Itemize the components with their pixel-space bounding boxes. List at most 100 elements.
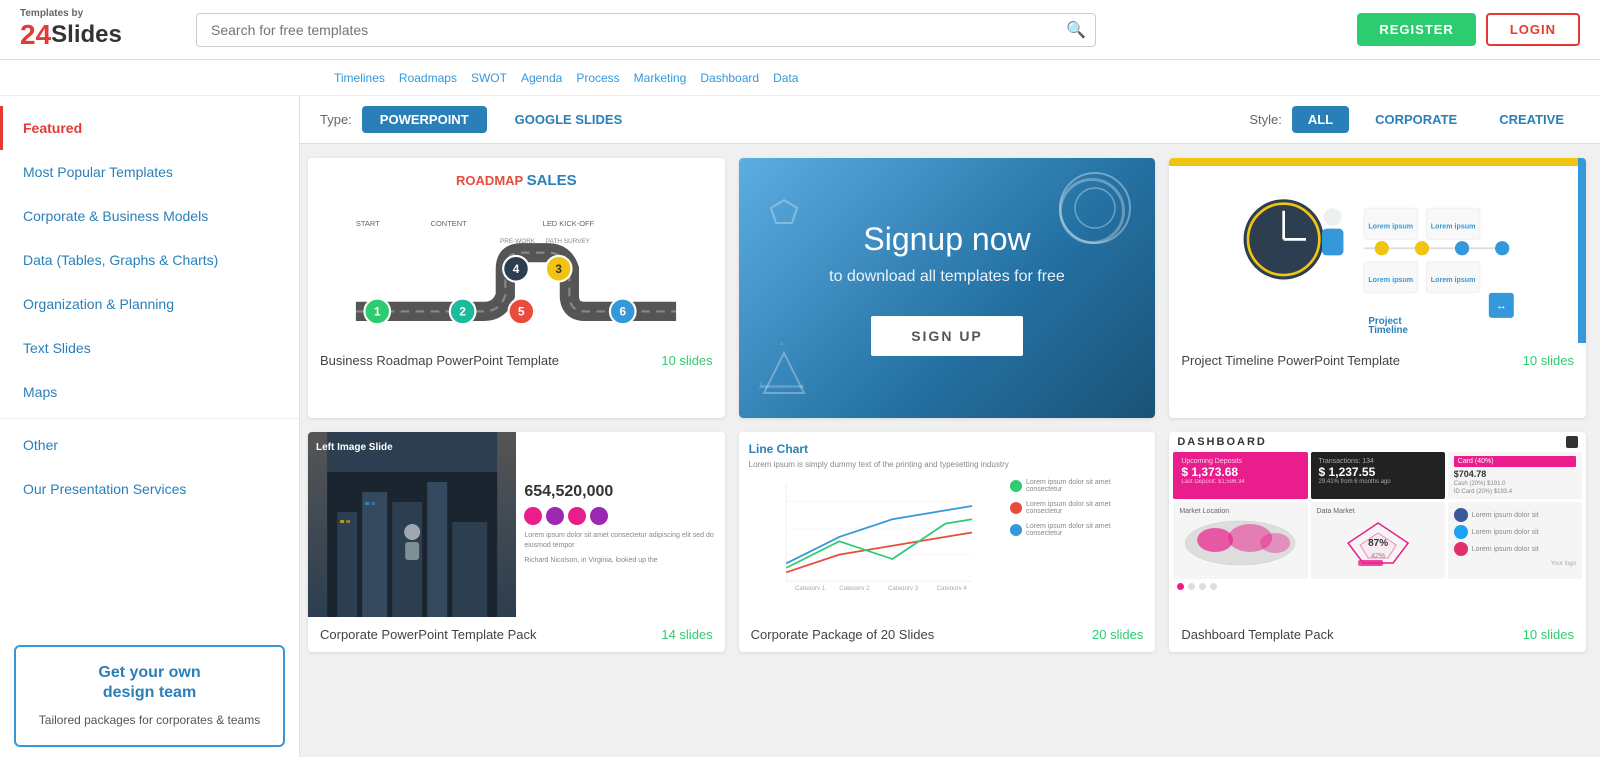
sidebar-item-popular[interactable]: Most Popular Templates <box>0 150 299 194</box>
style-corporate-btn[interactable]: CORPORATE <box>1359 106 1473 133</box>
dash-card-value: $704.78 <box>1454 469 1576 479</box>
roadmap-label-sales: SALES <box>527 172 577 189</box>
sidebar-item-data[interactable]: Data (Tables, Graphs & Charts) <box>0 238 299 282</box>
template-card-dashboard[interactable]: DASHBOARD Upcoming Deposits $ 1,373.68 L… <box>1169 432 1586 652</box>
type-powerpoint-btn[interactable]: POWERPOINT <box>362 106 487 133</box>
style-creative-btn[interactable]: CREATIVE <box>1483 106 1580 133</box>
tag-agenda[interactable]: Agenda <box>517 69 566 87</box>
template-card-signup[interactable]: Signup now to download all templates for… <box>739 158 1156 418</box>
svg-text:87%: 87% <box>1368 538 1388 549</box>
roadmap-label-roadmap: ROADMAP <box>456 173 527 188</box>
dot-4 <box>1210 583 1217 590</box>
timeline-svg: Lorem ipsum Lorem ipsum Lorem ipsum Lore… <box>1179 168 1576 333</box>
card-footer-roadmap: Business Roadmap PowerPoint Template 10 … <box>308 343 725 378</box>
template-card-timeline[interactable]: Lorem ipsum Lorem ipsum Lorem ipsum Lore… <box>1169 158 1586 418</box>
svg-text:Category 2: Category 2 <box>839 585 870 590</box>
tag-process[interactable]: Process <box>572 69 623 87</box>
search-button[interactable]: 🔍 <box>1066 20 1086 40</box>
dash-fb-icon <box>1454 508 1468 522</box>
sidebar-item-featured[interactable]: Featured <box>0 106 299 150</box>
tag-bar: Timelines Roadmaps SWOT Agenda Process M… <box>0 60 1600 96</box>
promo-title: Get your owndesign team <box>30 663 269 705</box>
timeline-thumb: Lorem ipsum Lorem ipsum Lorem ipsum Lore… <box>1169 158 1586 343</box>
tag-dashboard[interactable]: Dashboard <box>696 69 763 87</box>
corp-text: Lorem ipsum dolor sit amet consectetur a… <box>524 531 716 551</box>
sidebar-item-org-planning[interactable]: Organization & Planning <box>0 282 299 326</box>
signup-button[interactable]: SIGN UP <box>871 316 1023 356</box>
sidebar-item-text[interactable]: Text Slides <box>0 326 299 370</box>
svg-text:Lorem ipsum: Lorem ipsum <box>1369 223 1414 231</box>
card-footer-corporate: Corporate PowerPoint Template Pack 14 sl… <box>308 617 725 652</box>
sidebar-item-corporate-business[interactable]: Corporate & Business Models <box>0 194 299 238</box>
style-all-btn[interactable]: ALL <box>1292 106 1349 133</box>
corp-icon-1 <box>524 507 542 525</box>
dash-user-note: Your logo <box>1454 561 1576 567</box>
tag-roadmaps[interactable]: Roadmaps <box>395 69 461 87</box>
linechart-thumb: Line Chart Lorem ipsum is simply dummy t… <box>739 432 1156 617</box>
svg-text:Lorem ipsum: Lorem ipsum <box>1431 223 1476 231</box>
dash-social-3: Lorem ipsum dolor sit <box>1454 542 1576 556</box>
dash-label-2: Transactions: 134 <box>1319 458 1437 465</box>
card-thumbnail-dashboard: DASHBOARD Upcoming Deposits $ 1,373.68 L… <box>1169 432 1586 617</box>
tag-data[interactable]: Data <box>769 69 802 87</box>
dashboard-title: DASHBOARD <box>1177 436 1267 448</box>
linechart-text-2: Lorem ipsum dolor sit amet consectetur <box>1026 501 1145 515</box>
corp-icon-2 <box>546 507 564 525</box>
svg-text:LED KICK-OFF: LED KICK-OFF <box>543 219 595 228</box>
template-card-corporate[interactable]: Left Image Slide 654,520,000 Lorem ipsum… <box>308 432 725 652</box>
dash-value-1: $ 1,373.68 <box>1181 465 1299 479</box>
style-label: Style: <box>1249 112 1282 127</box>
svg-text:↔: ↔ <box>1496 300 1507 312</box>
header-actions: REGISTER LOGIN <box>1357 13 1580 46</box>
corp-data-section: 654,520,000 Lorem ipsum dolor sit amet c… <box>516 432 724 617</box>
card-slides-timeline: 10 slides <box>1523 353 1574 368</box>
dashboard-card-5: Data Market 87% 42% <box>1311 502 1445 579</box>
linechart-icon-2 <box>1010 502 1022 514</box>
card-thumbnail-roadmap: ROADMAP SALES 1 2 <box>308 158 725 343</box>
corp-image-section: Left Image Slide <box>308 432 516 617</box>
sidebar-item-maps[interactable]: Maps <box>0 370 299 414</box>
svg-text:1: 1 <box>374 306 381 319</box>
search-input[interactable] <box>196 13 1096 47</box>
dashboard-card-4: Market Location <box>1173 502 1307 579</box>
corp-icon-4 <box>587 503 612 528</box>
card-slides-linechart: 20 slides <box>1092 627 1143 642</box>
dashboard-icon <box>1566 436 1578 448</box>
tag-timelines[interactable]: Timelines <box>330 69 389 87</box>
sidebar-item-services[interactable]: Our Presentation Services <box>0 467 299 511</box>
tag-marketing[interactable]: Marketing <box>630 69 691 87</box>
linechart-item-3: Lorem ipsum dolor sit amet consectetur <box>1010 523 1145 537</box>
content-area: Type: POWERPOINT GOOGLE SLIDES Style: AL… <box>300 96 1600 757</box>
signup-card: Signup now to download all templates for… <box>739 158 1156 418</box>
dashboard-card-6: Lorem ipsum dolor sit Lorem ipsum dolor … <box>1448 502 1582 579</box>
linechart-side-text: Lorem ipsum dolor sit amet consectetur L… <box>1010 475 1145 590</box>
dashboard-card-1: Upcoming Deposits $ 1,373.68 Last Deposi… <box>1173 452 1307 499</box>
sidebar: Featured Most Popular Templates Corporat… <box>0 96 300 757</box>
header: Templates by 24 Slides 🔍 REGISTER LOGIN <box>0 0 1600 60</box>
card-title-roadmap: Business Roadmap PowerPoint Template <box>320 353 559 368</box>
template-card-linechart[interactable]: Line Chart Lorem ipsum is simply dummy t… <box>739 432 1156 652</box>
dot-1 <box>1177 583 1184 590</box>
template-card-roadmap[interactable]: ROADMAP SALES 1 2 <box>308 158 725 418</box>
login-button[interactable]: LOGIN <box>1486 13 1580 46</box>
dash-value-2: $ 1,237.55 <box>1319 465 1437 479</box>
svg-text:3: 3 <box>556 263 563 276</box>
main-layout: Featured Most Popular Templates Corporat… <box>0 96 1600 757</box>
dash-card-sub-1: Cash (20%) $191.0 <box>1454 481 1576 487</box>
tag-swot[interactable]: SWOT <box>467 69 511 87</box>
corp-city-svg <box>308 432 516 617</box>
search-bar: 🔍 <box>196 13 1096 47</box>
card-slides-corporate: 14 slides <box>661 627 712 642</box>
dash-label-1: Upcoming Deposits <box>1181 458 1299 465</box>
dash-ig-icon <box>1454 542 1468 556</box>
template-grid: ROADMAP SALES 1 2 <box>300 144 1600 666</box>
data-market-svg: 87% 42% <box>1317 518 1439 568</box>
register-button[interactable]: REGISTER <box>1357 13 1475 46</box>
sidebar-item-other[interactable]: Other <box>0 423 299 467</box>
card-thumbnail-timeline: Lorem ipsum Lorem ipsum Lorem ipsum Lore… <box>1169 158 1586 343</box>
linechart-title: Line Chart <box>749 442 1146 456</box>
sidebar-nav: Featured Most Popular Templates Corporat… <box>0 96 299 635</box>
type-google-btn[interactable]: GOOGLE SLIDES <box>497 106 641 133</box>
card-slides-dashboard: 10 slides <box>1523 627 1574 642</box>
dashboard-header: DASHBOARD <box>1173 436 1582 448</box>
